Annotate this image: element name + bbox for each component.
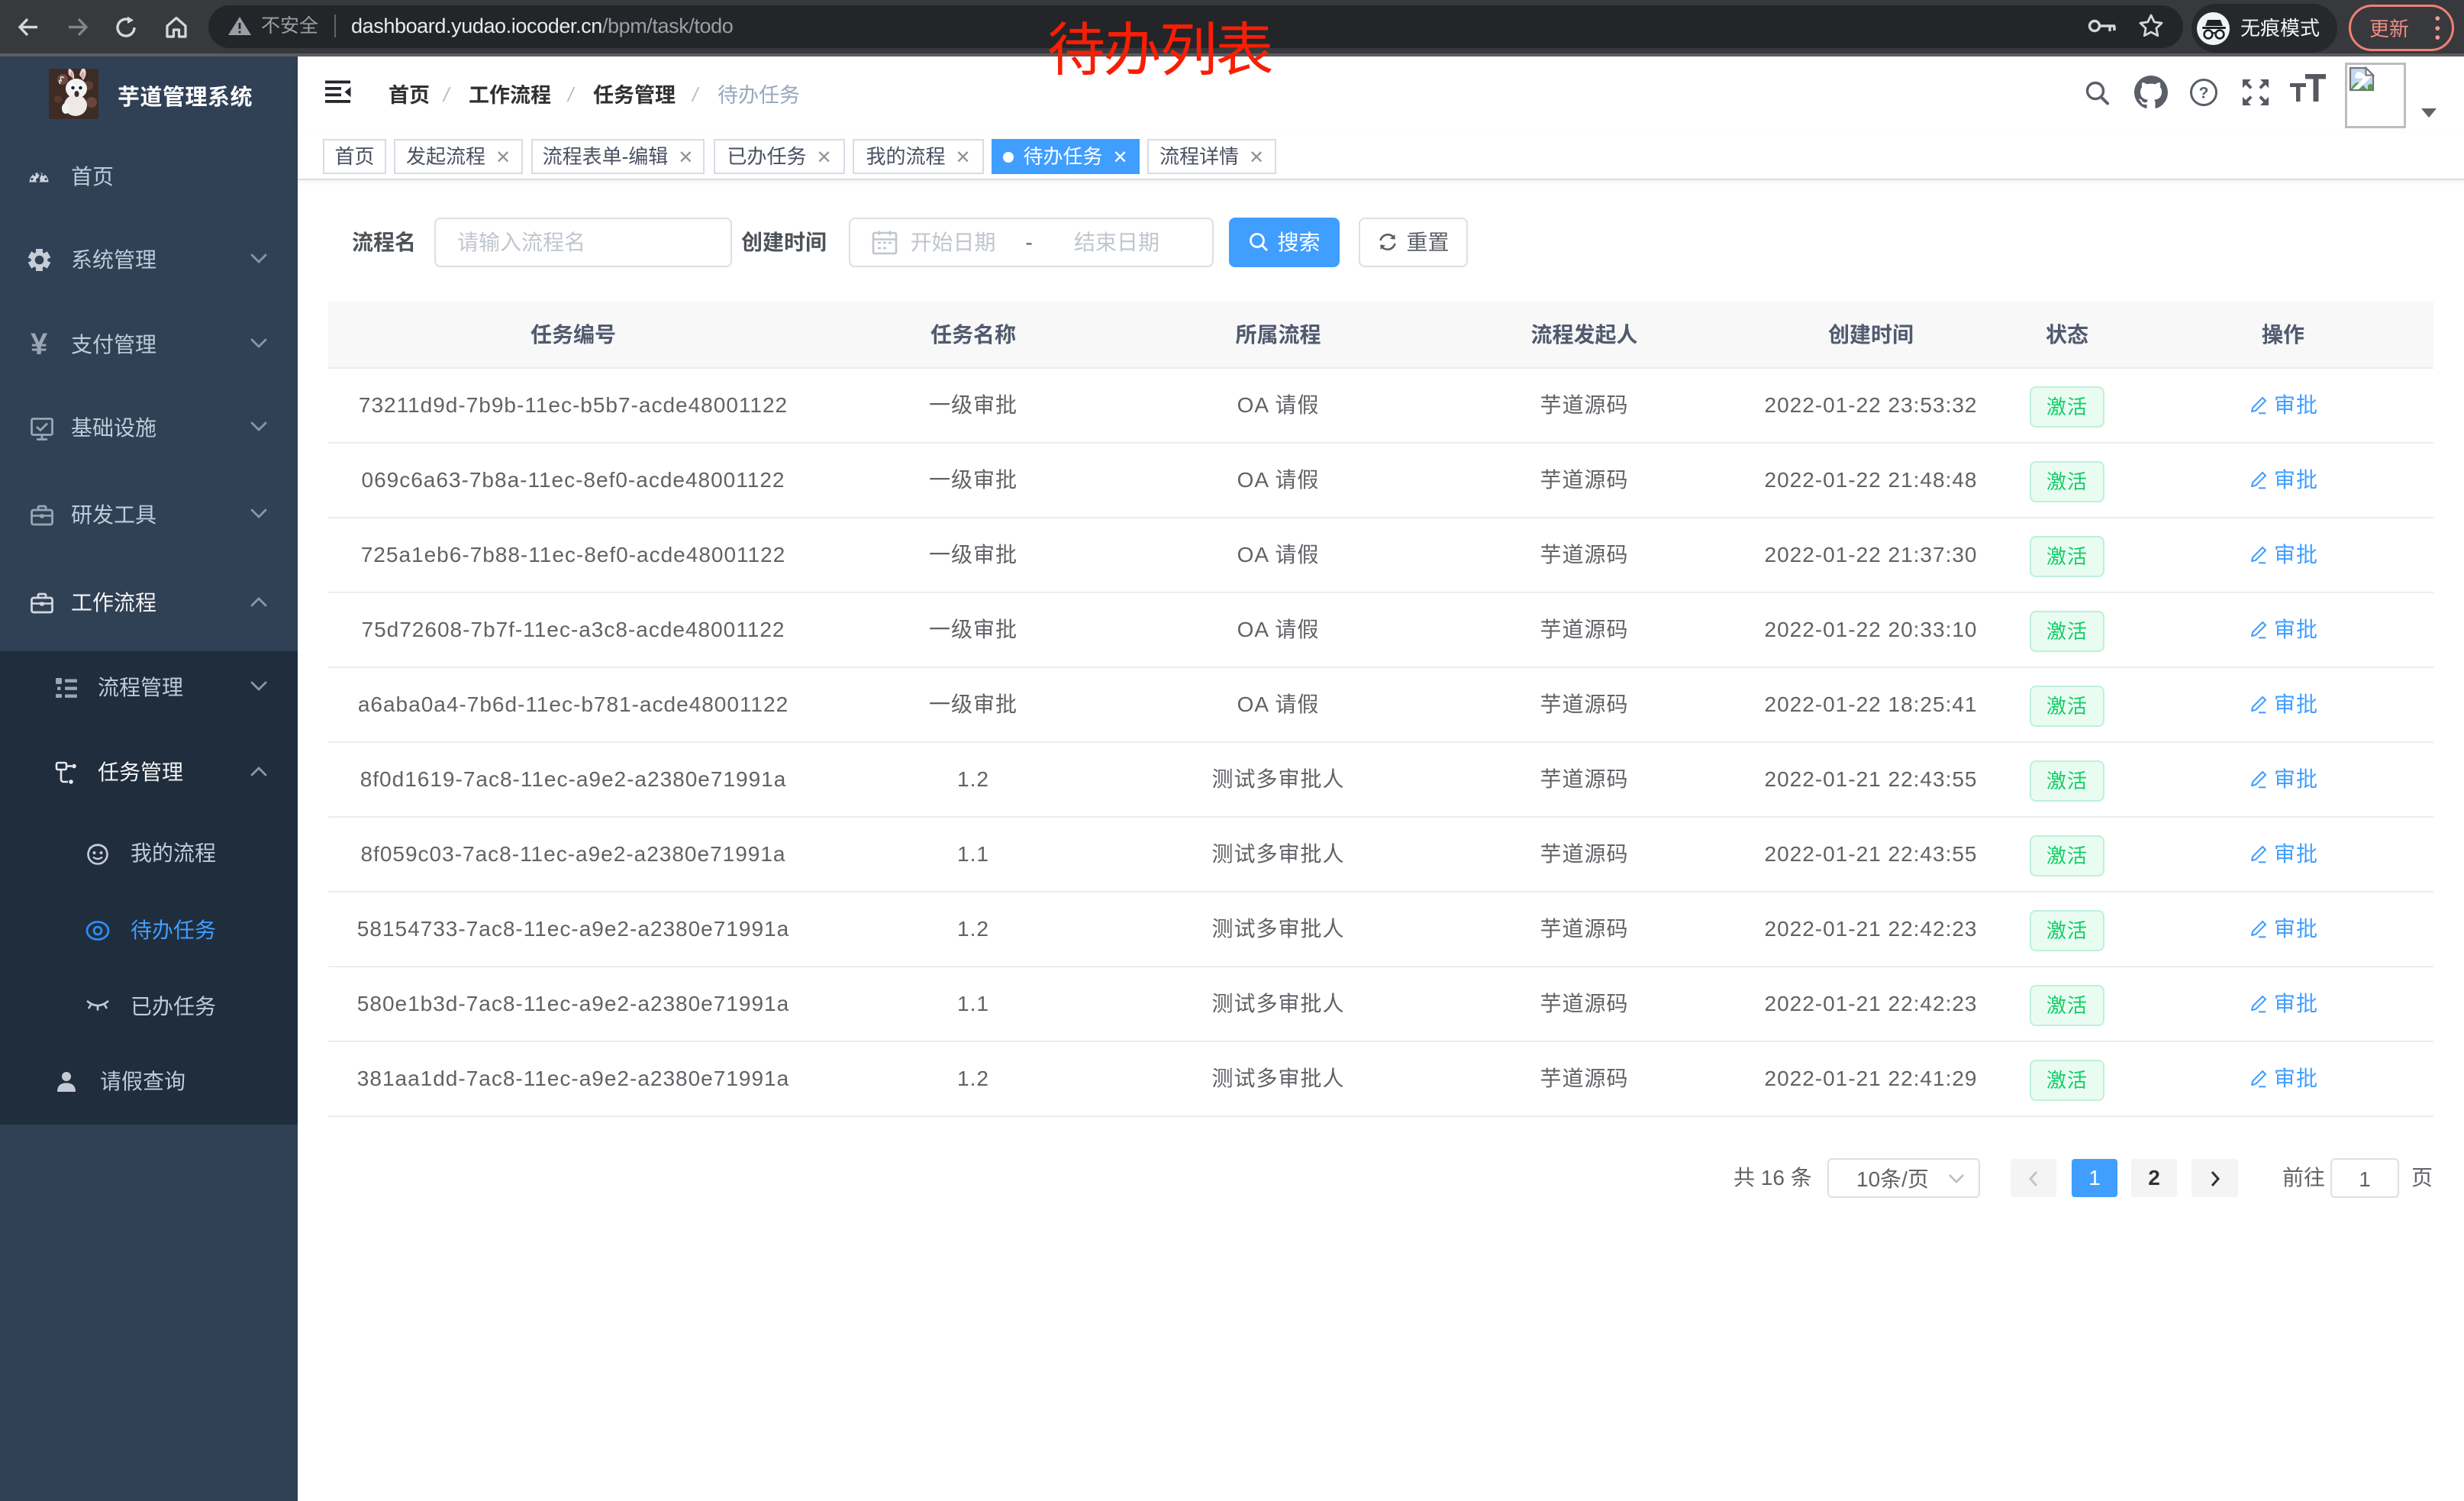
svg-text:?: ? <box>2199 85 2209 102</box>
